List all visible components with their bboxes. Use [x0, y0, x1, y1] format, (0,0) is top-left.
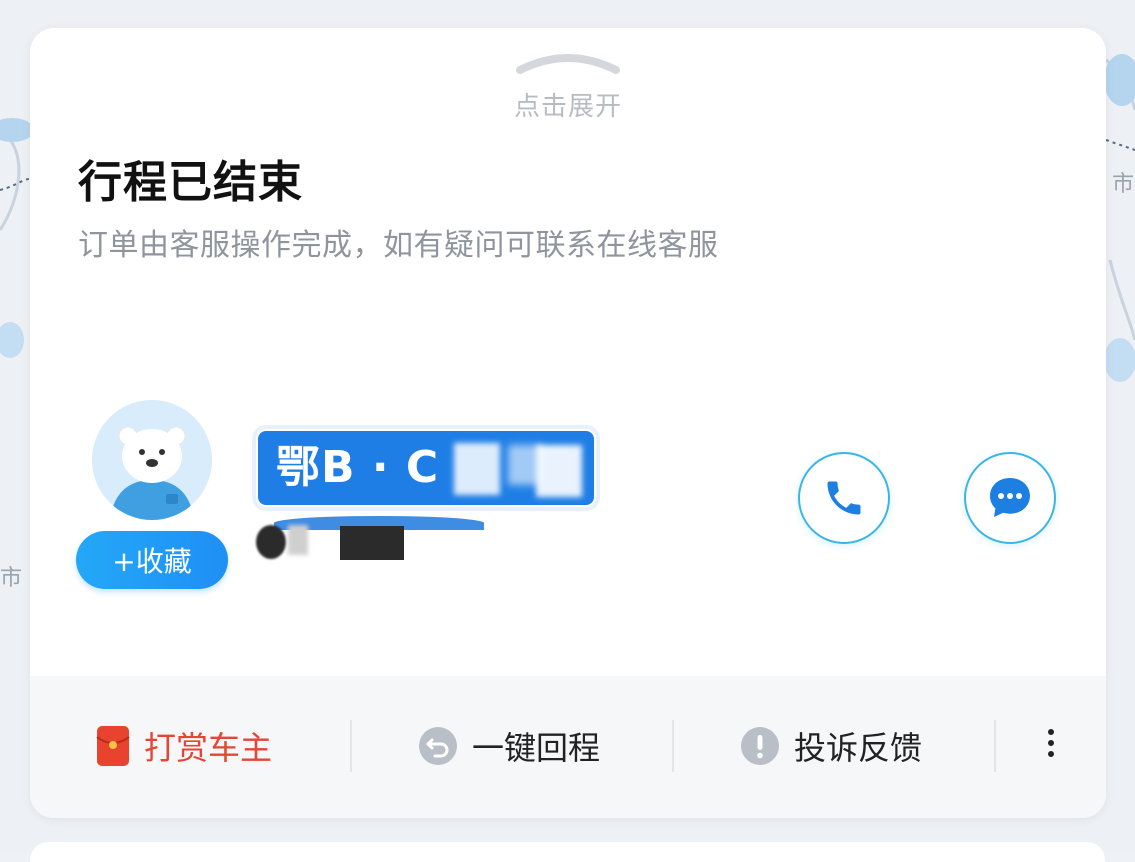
car-info-redaction [288, 525, 308, 555]
expand-hint[interactable]: 点击展开 [30, 86, 1106, 123]
drag-handle[interactable] [516, 52, 620, 74]
car-info-redaction [256, 525, 286, 559]
trip-card: 点击展开 行程已结束 订单由客服操作完成，如有疑问可联系在线客服 +收藏 鄂B … [30, 28, 1106, 818]
divider [672, 720, 674, 772]
car-info-redaction [340, 526, 404, 560]
next-card-edge [30, 842, 1105, 862]
red-envelope-icon [96, 726, 130, 766]
one-tap-return-button[interactable]: 一键回程 [418, 722, 600, 770]
trip-status-subtitle: 订单由客服操作完成，如有疑问可联系在线客服 [78, 228, 719, 263]
divider [350, 720, 352, 772]
favorite-driver-button[interactable]: +收藏 [76, 531, 228, 589]
map-label-right: 市 [1112, 172, 1135, 197]
license-plate: 鄂B · C [252, 425, 600, 511]
page-title: 行程已结束 [78, 157, 303, 208]
action-bar: 打赏车主 一键回程 投诉反馈 [30, 676, 1106, 818]
bear-avatar-icon [92, 400, 212, 520]
alert-icon [741, 727, 779, 765]
tip-driver-button[interactable]: 打赏车主 [96, 722, 272, 770]
complaint-feedback-label: 投诉反馈 [794, 729, 923, 767]
tip-driver-label: 打赏车主 [144, 729, 273, 767]
call-driver-button[interactable] [798, 452, 890, 544]
phone-icon [827, 481, 861, 515]
more-options-button[interactable] [1036, 724, 1066, 768]
one-tap-return-label: 一键回程 [472, 729, 601, 767]
message-driver-button[interactable] [964, 452, 1056, 544]
return-icon [419, 727, 457, 765]
plate-redaction [536, 445, 582, 497]
map-label-left: 市 [0, 566, 23, 591]
driver-avatar[interactable] [92, 400, 212, 520]
complaint-feedback-button[interactable]: 投诉反馈 [740, 722, 922, 770]
chat-bubble-icon [990, 478, 1030, 517]
more-vertical-icon [1036, 729, 1066, 757]
plate-redaction [454, 443, 500, 495]
plate-number: 鄂B · C [276, 442, 440, 493]
favorite-label: +收藏 [112, 545, 192, 578]
divider [994, 720, 996, 772]
